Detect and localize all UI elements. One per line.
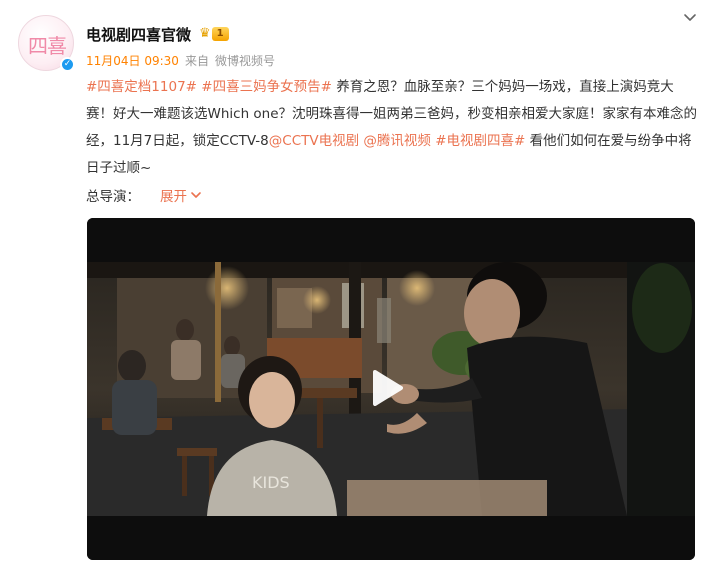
mention-link[interactable]: @CCTV电视剧 — [269, 133, 359, 149]
chevron-down-icon[interactable] — [682, 10, 698, 26]
chevron-down-icon — [191, 192, 201, 198]
vip-level: 1 — [211, 27, 229, 41]
video-player[interactable]: KIDS — [87, 218, 695, 560]
expand-label: 展开 — [160, 189, 187, 205]
vip-badge[interactable]: ♛ 1 — [199, 26, 229, 42]
account-name[interactable]: 电视剧四喜官微 — [86, 24, 191, 45]
verified-icon: ✓ — [60, 57, 75, 72]
hashtag-link[interactable]: #电视剧四喜# — [431, 133, 525, 149]
play-icon[interactable] — [363, 366, 407, 410]
post-meta: 11月04日 09:30 来自 微博视频号 — [86, 52, 275, 69]
crown-icon: ♛ — [199, 26, 211, 41]
avatar-text: 四喜 — [28, 34, 67, 58]
post-content: #四喜定档1107# #四喜三妈争女预告# 养育之恩？血脉至亲？三个妈妈一场戏，… — [86, 74, 698, 182]
shirt-text: KIDS — [252, 473, 290, 492]
director-label: 总导演： — [86, 189, 140, 205]
post-time[interactable]: 11月04日 09:30 — [86, 52, 179, 69]
hashtag-link[interactable]: #四喜三妈争女预告# — [201, 79, 332, 95]
expand-button[interactable]: 展开 — [160, 185, 202, 205]
director-row: 总导演： 展开 — [86, 185, 202, 205]
post-source[interactable]: 微博视频号 — [215, 52, 275, 69]
source-prefix: 来自 — [184, 54, 209, 68]
mention-link[interactable]: @腾讯视频 — [363, 133, 431, 149]
account-header: 电视剧四喜官微 ♛ 1 — [86, 23, 229, 45]
hashtag-link[interactable]: #四喜定档1107# — [86, 79, 197, 95]
